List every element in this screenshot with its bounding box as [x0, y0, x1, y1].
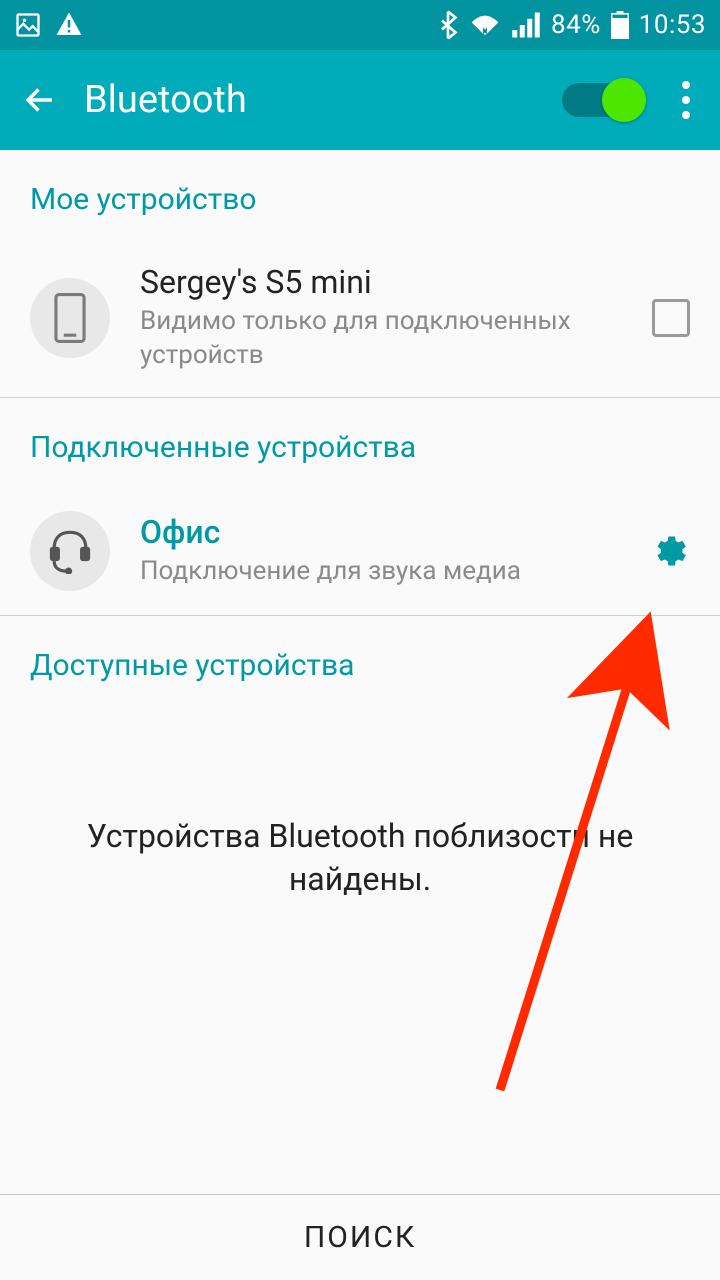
wifi-icon	[469, 11, 501, 39]
battery-icon	[611, 11, 629, 39]
more-menu-button[interactable]	[672, 81, 700, 119]
phone-icon-wrap	[30, 278, 110, 358]
connected-device-text: Офис Подключение для звука медиа	[140, 513, 636, 589]
content: Мое устройство Sergey's S5 mini Видимо т…	[0, 150, 720, 981]
status-bar: 84% 10:53	[0, 0, 720, 50]
app-bar: Bluetooth	[0, 50, 720, 150]
section-header-connected: Подключенные устройства	[0, 398, 720, 487]
status-left	[14, 10, 84, 40]
my-device-name: Sergey's S5 mini	[140, 263, 638, 301]
back-arrow-icon	[22, 82, 58, 118]
battery-percent: 84%	[551, 10, 601, 40]
search-button[interactable]: ПОИСК	[0, 1194, 720, 1280]
connected-device-row[interactable]: Офис Подключение для звука медиа	[0, 487, 720, 615]
my-device-row[interactable]: Sergey's S5 mini Видимо только для подкл…	[0, 239, 720, 397]
empty-message: Устройства Bluetooth поблизости не найде…	[0, 705, 720, 981]
device-settings-button[interactable]	[650, 531, 690, 571]
section-header-available: Доступные устройства	[0, 616, 720, 705]
bluetooth-icon	[437, 10, 459, 40]
search-label: ПОИСК	[304, 1220, 416, 1255]
back-button[interactable]	[20, 80, 60, 120]
page-title: Bluetooth	[84, 78, 562, 122]
gear-icon	[650, 531, 690, 571]
my-device-sub: Видимо только для подключенных устройств	[140, 305, 638, 373]
visibility-checkbox[interactable]	[652, 299, 690, 337]
headset-icon	[47, 528, 93, 574]
status-right: 84% 10:53	[437, 10, 706, 40]
clock: 10:53	[639, 10, 706, 40]
my-device-text: Sergey's S5 mini Видимо только для подкл…	[140, 263, 638, 373]
phone-icon	[53, 293, 87, 343]
connected-device-sub: Подключение для звука медиа	[140, 555, 636, 589]
toggle-knob	[602, 78, 646, 122]
bluetooth-toggle[interactable]	[562, 83, 642, 117]
signal-icon	[511, 12, 541, 38]
headset-icon-wrap	[30, 511, 110, 591]
image-icon	[14, 11, 42, 39]
connected-device-name: Офис	[140, 513, 636, 551]
warning-icon	[54, 10, 84, 40]
section-header-my-device: Мое устройство	[0, 150, 720, 239]
